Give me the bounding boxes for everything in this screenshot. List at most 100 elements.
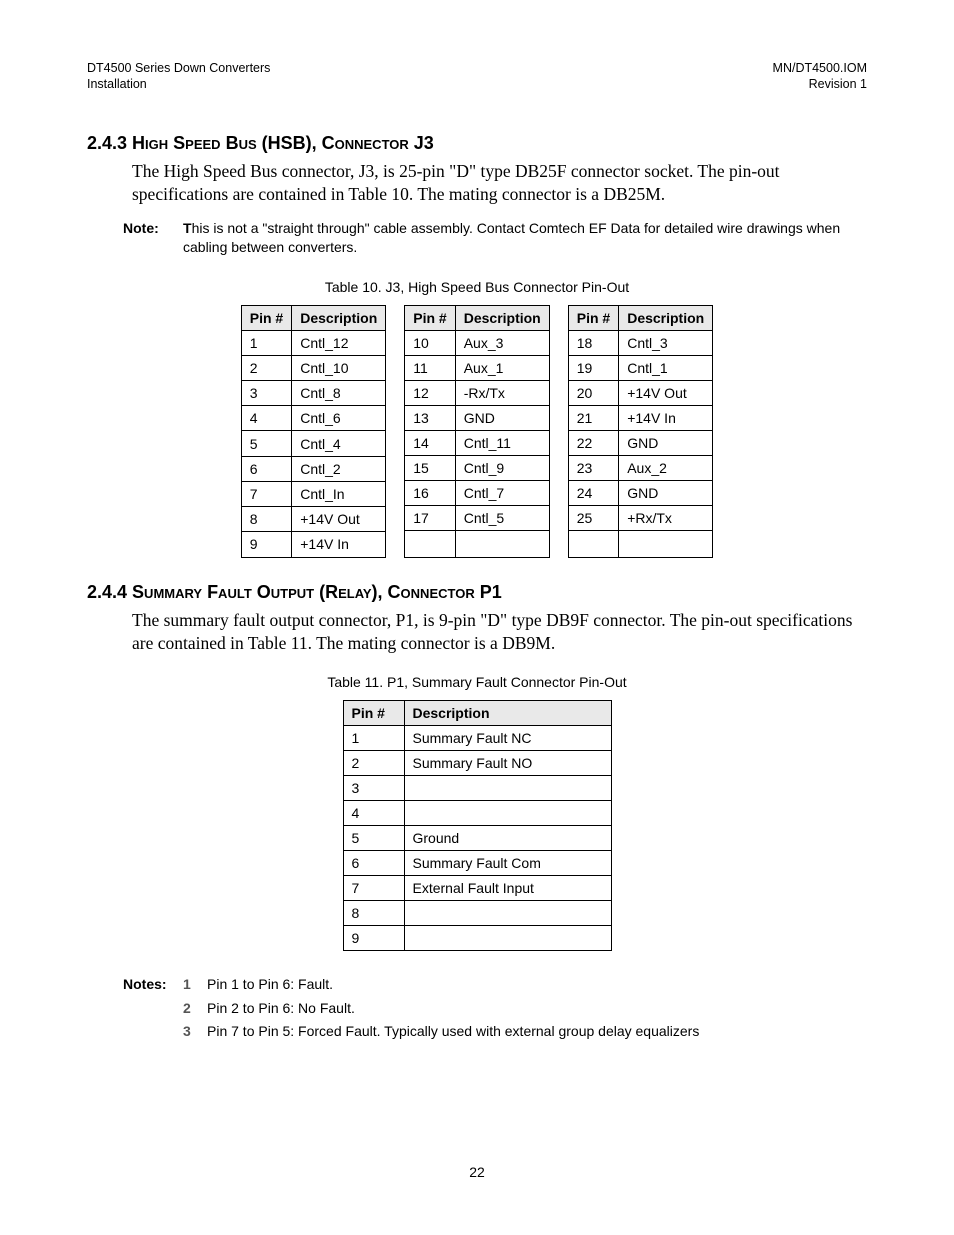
table10-col2: Pin # Description 10Aux_311Aux_112-Rx/Tx…: [404, 305, 549, 558]
table10-col2-body: 10Aux_311Aux_112-Rx/Tx13GND14Cntl_1115Cn…: [405, 330, 549, 557]
cell-pin: 18: [568, 330, 618, 355]
table-row: [568, 530, 712, 557]
note-text: Pin 1 to Pin 6: Fault.: [207, 973, 333, 997]
table-row: 2Cntl_10: [241, 355, 385, 380]
table-row: 12-Rx/Tx: [405, 380, 549, 405]
table-row: 6Cntl_2: [241, 456, 385, 481]
notes-244: Notes: 1Pin 1 to Pin 6: Fault.2Pin 2 to …: [123, 973, 867, 1044]
cell-desc: [404, 775, 611, 800]
cell-desc: +14V In: [292, 532, 386, 557]
heading-243-title: High Speed Bus (HSB), Connector J3: [132, 133, 434, 153]
cell-pin: 2: [241, 355, 291, 380]
col-desc: Description: [292, 305, 386, 330]
table-row: 6Summary Fault Com: [343, 850, 611, 875]
cell-pin: 6: [241, 456, 291, 481]
cell-desc: Cntl_6: [292, 406, 386, 431]
table10-col1: Pin # Description 1Cntl_122Cntl_103Cntl_…: [241, 305, 386, 558]
cell-pin: 7: [343, 875, 404, 900]
heading-244-title: Summary Fault Output (Relay), Connector …: [132, 582, 502, 602]
cell-desc: [404, 925, 611, 950]
cell-pin: 2: [343, 750, 404, 775]
table-row: 15Cntl_9: [405, 455, 549, 480]
table-row: 4Cntl_6: [241, 406, 385, 431]
cell-desc: Cntl_1: [619, 355, 713, 380]
table10: Pin # Description 1Cntl_122Cntl_103Cntl_…: [87, 305, 867, 558]
cell-desc: Cntl_3: [619, 330, 713, 355]
table11-body: 1Summary Fault NC2Summary Fault NO345Gro…: [343, 725, 611, 950]
table-header-row: Pin # Description: [241, 305, 385, 330]
table-row: 10Aux_3: [405, 330, 549, 355]
cell-pin: 13: [405, 405, 455, 430]
cell-desc: Aux_3: [455, 330, 549, 355]
table-row: 16Cntl_7: [405, 480, 549, 505]
cell-desc: Aux_2: [619, 455, 713, 480]
table-row: 5Cntl_4: [241, 431, 385, 456]
col-pin: Pin #: [568, 305, 618, 330]
cell-pin: 1: [343, 725, 404, 750]
table-row: 21+14V In: [568, 405, 712, 430]
cell-pin: 20: [568, 380, 618, 405]
cell-pin: 24: [568, 480, 618, 505]
cell-desc: Cntl_8: [292, 381, 386, 406]
note-text: Pin 2 to Pin 6: No Fault.: [207, 997, 355, 1021]
cell-pin: 9: [343, 925, 404, 950]
table11: Pin # Description 1Summary Fault NC2Summ…: [343, 700, 612, 951]
note-label: Note:: [123, 219, 183, 257]
cell-pin: 6: [343, 850, 404, 875]
note-item: 1Pin 1 to Pin 6: Fault.: [183, 973, 699, 997]
para-244: The summary fault output connector, P1, …: [132, 609, 867, 656]
table-row: 8: [343, 900, 611, 925]
cell-desc: Cntl_4: [292, 431, 386, 456]
cell-desc: +Rx/Tx: [619, 505, 713, 530]
note-text: Pin 7 to Pin 5: Forced Fault. Typically …: [207, 1020, 699, 1044]
cell-pin: 12: [405, 380, 455, 405]
cell-pin: [568, 530, 618, 557]
note-number: 3: [183, 1020, 207, 1044]
cell-desc: Cntl_10: [292, 355, 386, 380]
table-row: 4: [343, 800, 611, 825]
table-row: 2Summary Fault NO: [343, 750, 611, 775]
cell-desc: +14V In: [619, 405, 713, 430]
col-pin: Pin #: [343, 700, 404, 725]
cell-pin: 8: [241, 507, 291, 532]
cell-pin: 22: [568, 430, 618, 455]
table-row: 3Cntl_8: [241, 381, 385, 406]
cell-desc: Summary Fault Com: [404, 850, 611, 875]
page: DT4500 Series Down Converters Installati…: [27, 0, 927, 1220]
cell-desc: [404, 900, 611, 925]
cell-desc: Ground: [404, 825, 611, 850]
table-row: 17Cntl_5: [405, 505, 549, 530]
cell-desc: Cntl_7: [455, 480, 549, 505]
col-desc: Description: [455, 305, 549, 330]
cell-desc: Cntl_11: [455, 430, 549, 455]
col-desc: Description: [404, 700, 611, 725]
table-row: 19Cntl_1: [568, 355, 712, 380]
table10-caption: Table 10. J3, High Speed Bus Connector P…: [87, 279, 867, 295]
col-pin: Pin #: [241, 305, 291, 330]
cell-desc: Cntl_12: [292, 330, 386, 355]
table-row: 3: [343, 775, 611, 800]
cell-desc: GND: [455, 405, 549, 430]
table-header-row: Pin # Description: [568, 305, 712, 330]
cell-pin: 5: [343, 825, 404, 850]
table-row: 14Cntl_11: [405, 430, 549, 455]
heading-244: 2.4.4 Summary Fault Output (Relay), Conn…: [87, 582, 867, 603]
cell-desc: Cntl_In: [292, 481, 386, 506]
table-row: 22GND: [568, 430, 712, 455]
table-header-row: Pin # Description: [343, 700, 611, 725]
table10-col1-body: 1Cntl_122Cntl_103Cntl_84Cntl_65Cntl_46Cn…: [241, 330, 385, 557]
note-item: 2Pin 2 to Pin 6: No Fault.: [183, 997, 699, 1021]
heading-244-number: 2.4.4: [87, 582, 132, 602]
table11-wrap: Pin # Description 1Summary Fault NC2Summ…: [87, 700, 867, 951]
cell-pin: 3: [343, 775, 404, 800]
cell-pin: 8: [343, 900, 404, 925]
cell-pin: 17: [405, 505, 455, 530]
cell-pin: 25: [568, 505, 618, 530]
cell-pin: 16: [405, 480, 455, 505]
col-pin: Pin #: [405, 305, 455, 330]
table-row: 5Ground: [343, 825, 611, 850]
heading-243: 2.4.3 High Speed Bus (HSB), Connector J3: [87, 133, 867, 154]
cell-desc: GND: [619, 430, 713, 455]
cell-pin: 1: [241, 330, 291, 355]
table-row: 13GND: [405, 405, 549, 430]
